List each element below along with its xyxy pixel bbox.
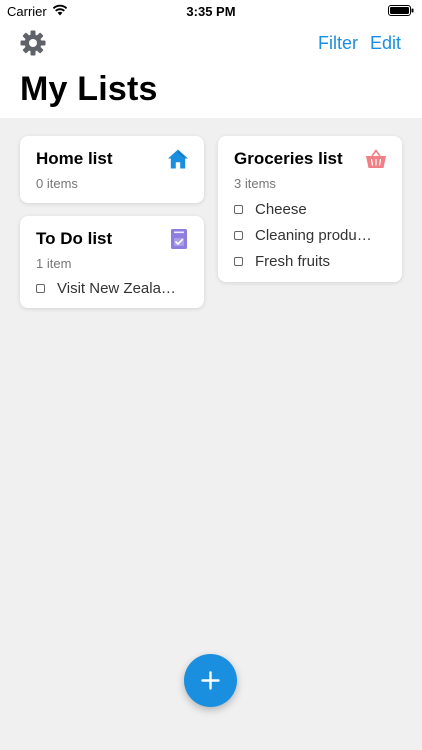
clock-time: 3:35 PM <box>186 4 236 19</box>
list-item: Visit New Zeala… <box>36 280 196 297</box>
house-icon <box>168 149 188 169</box>
my-lists-screen: Carrier 3:35 PM Filter Edit My Lists Hom… <box>0 0 422 750</box>
gear-icon[interactable] <box>20 30 46 56</box>
navigation-header: Filter Edit My Lists <box>0 24 422 118</box>
item-checkbox[interactable] <box>36 283 45 293</box>
list-item-count: 0 items <box>36 176 78 191</box>
list-card-todo[interactable]: To Do list 1 item Visit New Zeala… <box>20 216 204 308</box>
list-item: Cheese <box>234 201 394 218</box>
edit-button[interactable]: Edit <box>370 33 401 54</box>
battery-icon <box>388 5 414 16</box>
add-list-button[interactable] <box>184 654 237 707</box>
list-card-title: To Do list <box>36 229 113 248</box>
status-bar: Carrier 3:35 PM <box>0 0 422 24</box>
list-item-count: 3 items <box>234 176 276 191</box>
item-checkbox[interactable] <box>234 256 243 266</box>
list-item-label: Cleaning produ… <box>255 227 372 244</box>
list-item-label: Cheese <box>255 201 307 218</box>
list-card-groceries[interactable]: Groceries list 3 items Cheese Cleaning p… <box>218 136 402 282</box>
list-item-count: 1 item <box>36 256 72 271</box>
item-checkbox[interactable] <box>234 204 243 214</box>
item-checkbox[interactable] <box>234 230 243 240</box>
list-item: Fresh fruits <box>234 253 394 270</box>
list-card-title: Home list <box>36 149 113 168</box>
list-card-title: Groceries list <box>234 149 343 168</box>
basket-icon <box>366 149 386 168</box>
plus-icon <box>201 671 220 690</box>
page-title: My Lists <box>20 70 158 108</box>
checklist-icon <box>171 229 187 249</box>
list-item-label: Fresh fruits <box>255 253 331 270</box>
filter-button[interactable]: Filter <box>318 33 358 54</box>
list-card-home[interactable]: Home list 0 items <box>20 136 204 203</box>
list-item: Cleaning produ… <box>234 227 394 244</box>
list-item-label: Visit New Zeala… <box>57 280 176 297</box>
